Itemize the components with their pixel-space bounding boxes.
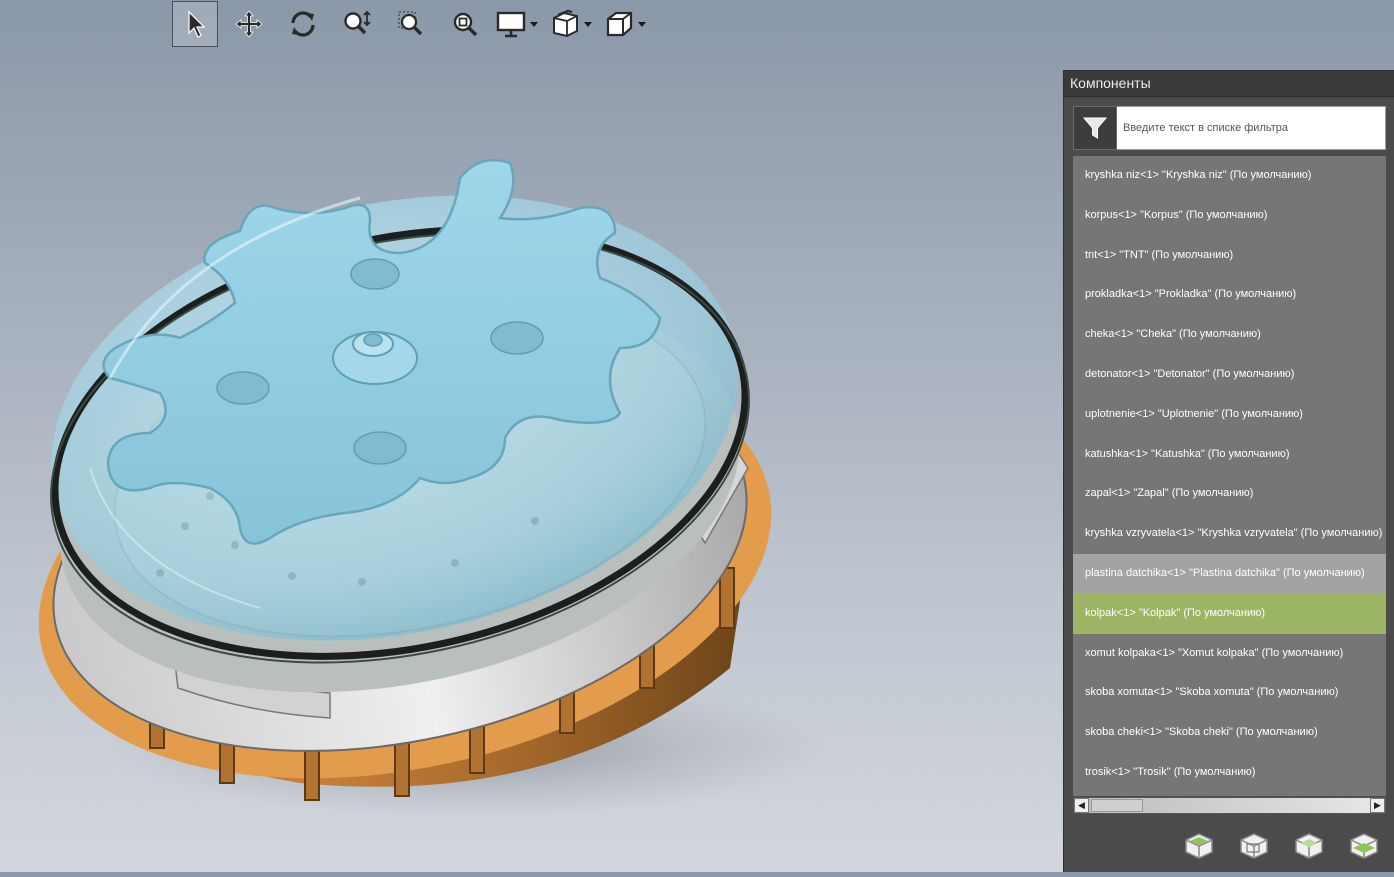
component-list-item[interactable]: kolpak<1> "Kolpak" (По умолчанию)	[1073, 593, 1386, 634]
component-list-item[interactable]: skoba cheki<1> "Skoba cheki" (По умолчан…	[1073, 713, 1386, 753]
component-list-item[interactable]: xomut kolpaka<1> "Xomut kolpaka" (По умо…	[1073, 634, 1386, 674]
component-actions	[1182, 828, 1394, 862]
components-list[interactable]: kryshka niz<1> "Kryshka niz" (По умолчан…	[1073, 156, 1386, 796]
component-list-item[interactable]: kryshka niz<1> "Kryshka niz" (По умолчан…	[1073, 156, 1386, 196]
component-list-item[interactable]: tnt<1> "TNT" (По умолчанию)	[1073, 236, 1386, 276]
select-tool-button[interactable]	[172, 1, 218, 47]
funnel-icon	[1082, 117, 1108, 139]
display-mode-dropdown[interactable]	[496, 9, 538, 39]
component-list-item[interactable]: korpus<1> "Korpus" (По умолчанию)	[1073, 196, 1386, 236]
scroll-left-icon[interactable]: ◀	[1074, 798, 1089, 813]
component-list-item[interactable]: zapal<1> "Zapal" (По умолчанию)	[1073, 474, 1386, 514]
horizontal-scrollbar[interactable]: ◀ ▶	[1073, 797, 1386, 814]
show-component-icon[interactable]	[1182, 828, 1216, 862]
view-cube-icon	[606, 11, 633, 37]
section-view-dropdown[interactable]	[550, 9, 592, 39]
zoom-fit-button[interactable]	[442, 1, 488, 47]
zoom-fit-icon	[453, 12, 478, 37]
rotate-tool-button[interactable]	[280, 1, 326, 47]
component-list-item[interactable]: plastina datchika<1> "Plastina datchika"…	[1073, 553, 1386, 594]
panel-title: Компоненты	[1064, 71, 1394, 97]
3d-viewport[interactable]	[0, 48, 1062, 872]
zoom-area-icon	[398, 11, 423, 36]
pan-move-icon	[235, 10, 263, 38]
display-mode-icon	[496, 11, 526, 38]
component-list-item[interactable]: detonator<1> "Detonator" (По умолчанию)	[1073, 355, 1386, 395]
component-list-item[interactable]: uplotnenie<1> "Uplotnenie" (По умолчанию…	[1073, 395, 1386, 435]
section-view-icon	[553, 9, 578, 38]
component-list-item[interactable]: skoba xomuta<1> "Skoba xomuta" (По умолч…	[1073, 673, 1386, 713]
view-toolbar	[172, 0, 658, 48]
scroll-track[interactable]	[1089, 798, 1370, 813]
select-arrow-icon	[188, 10, 206, 38]
filter-button[interactable]	[1073, 106, 1117, 150]
chevron-down-icon	[638, 21, 646, 27]
components-panel: Компоненты kryshka niz<1> "Kryshka niz" …	[1063, 70, 1394, 872]
filter-input[interactable]	[1117, 106, 1386, 150]
component-list-item[interactable]: prokladka<1> "Prokladka" (По умолчанию)	[1073, 275, 1386, 315]
zoom-area-button[interactable]	[388, 1, 434, 47]
component-list-item[interactable]: trosik<1> "Trosik" (По умолчанию)	[1073, 753, 1386, 793]
chevron-down-icon	[584, 21, 592, 27]
hide-component-icon[interactable]	[1237, 828, 1271, 862]
zoom-tool-button[interactable]	[334, 1, 380, 47]
component-list-item[interactable]: katushka<1> "Katushka" (По умолчанию)	[1073, 435, 1386, 475]
isolate-component-icon[interactable]	[1347, 828, 1381, 862]
scroll-right-icon[interactable]: ▶	[1370, 798, 1385, 813]
assembly-model	[38, 158, 830, 818]
pan-tool-button[interactable]	[226, 1, 272, 47]
rotate-icon	[291, 11, 315, 37]
transparent-component-icon[interactable]	[1292, 828, 1326, 862]
scroll-thumb[interactable]	[1091, 799, 1143, 812]
component-list-item[interactable]: cheka<1> "Cheka" (По умолчанию)	[1073, 315, 1386, 355]
component-list-item[interactable]: kryshka vzryvatela<1> "Kryshka vzryvatel…	[1073, 514, 1386, 554]
chevron-down-icon	[530, 21, 538, 27]
view-orientation-dropdown[interactable]	[604, 9, 646, 39]
zoom-icon	[344, 10, 371, 35]
filter-bar	[1073, 106, 1386, 150]
